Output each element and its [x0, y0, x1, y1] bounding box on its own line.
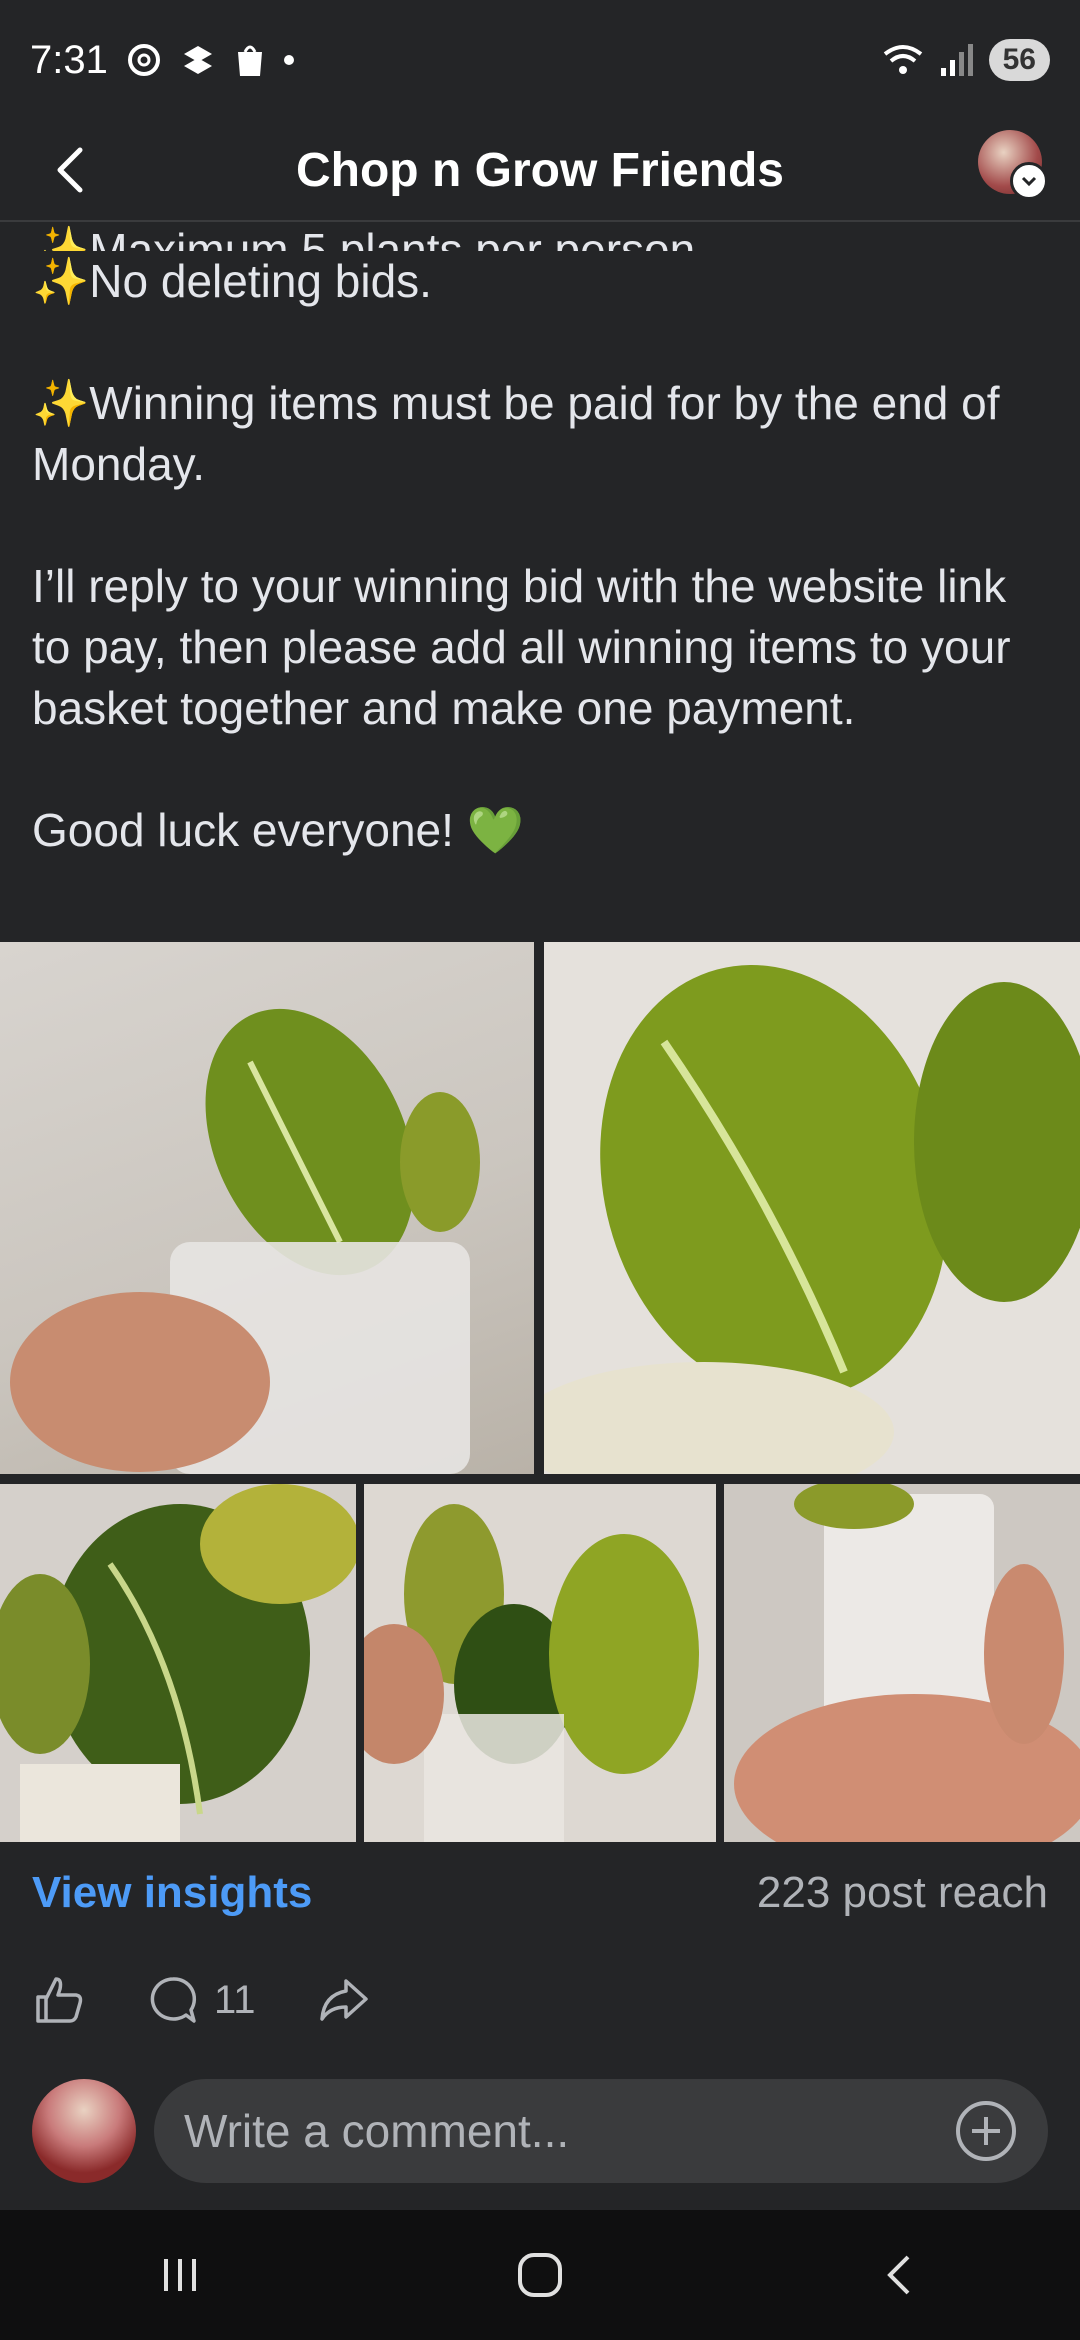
recent-apps-icon[interactable]: [150, 2245, 210, 2305]
signal-icon: [940, 44, 973, 76]
home-icon[interactable]: [510, 2245, 570, 2305]
back-arrow-icon[interactable]: [40, 138, 104, 202]
system-navigation-bar: [0, 2210, 1080, 2340]
comment-placeholder: Write a comment...: [184, 2105, 570, 2157]
status-right: 56: [881, 39, 1050, 81]
plant-photo-2[interactable]: [544, 942, 1080, 1474]
post-line: Good luck everyone! 💚: [32, 804, 524, 856]
system-back-icon[interactable]: [870, 2245, 930, 2305]
plus-circle-icon[interactable]: [954, 2099, 1018, 2163]
plant-photo-4[interactable]: [364, 1484, 716, 1842]
plant-photo-3[interactable]: [0, 1484, 356, 1842]
comment-composer: Write a comment...: [32, 2076, 1048, 2186]
status-time: 7:31: [30, 37, 108, 82]
status-left: 7:31: [30, 38, 294, 83]
photo-gallery: [0, 942, 1080, 1842]
plant-photo-5[interactable]: [724, 1484, 1080, 1842]
openai-icon: [127, 44, 160, 76]
dropbox-icon: [183, 46, 212, 74]
post-line: I’ll reply to your winning bid with the …: [32, 560, 1011, 734]
comment-count: 11: [214, 1977, 256, 2022]
share-arrow-icon: [319, 1979, 368, 2021]
status-bar: 7:31 56: [0, 0, 1080, 120]
post-body: ✨Maximum 5 plants per person. ✨No deleti…: [32, 220, 1048, 861]
profile-avatar[interactable]: [978, 130, 1048, 200]
wifi-icon: [883, 45, 922, 74]
dot-icon: [283, 55, 294, 65]
like-button[interactable]: [32, 1973, 86, 2027]
shopify-icon: [237, 45, 262, 76]
comment-input[interactable]: Write a comment...: [154, 2079, 1048, 2183]
share-button[interactable]: [316, 1973, 370, 2027]
plant-photo-1[interactable]: [0, 942, 534, 1474]
post-reach: 223 post reach: [756, 1868, 1048, 1917]
group-header: Chop n Grow Friends: [0, 120, 1080, 222]
user-avatar[interactable]: [32, 2079, 136, 2183]
chevron-down-icon[interactable]: [1010, 162, 1048, 200]
group-title: Chop n Grow Friends: [296, 143, 784, 197]
thumbs-up-icon: [36, 1977, 83, 2023]
insights-row: View insights 223 post reach: [32, 1858, 1048, 1928]
battery-level: 56: [988, 39, 1050, 81]
post-line-cut: ✨Maximum 5 plants per person.: [32, 224, 708, 251]
comment-bubble-icon: [150, 1977, 197, 2023]
view-insights-link[interactable]: View insights: [32, 1868, 312, 1918]
comment-button[interactable]: 11: [146, 1973, 256, 2027]
post-line: ✨No deleting bids.: [32, 255, 432, 307]
post-line: ✨Winning items must be paid for by the e…: [32, 377, 1000, 490]
post-actions: 11: [32, 1960, 532, 2040]
